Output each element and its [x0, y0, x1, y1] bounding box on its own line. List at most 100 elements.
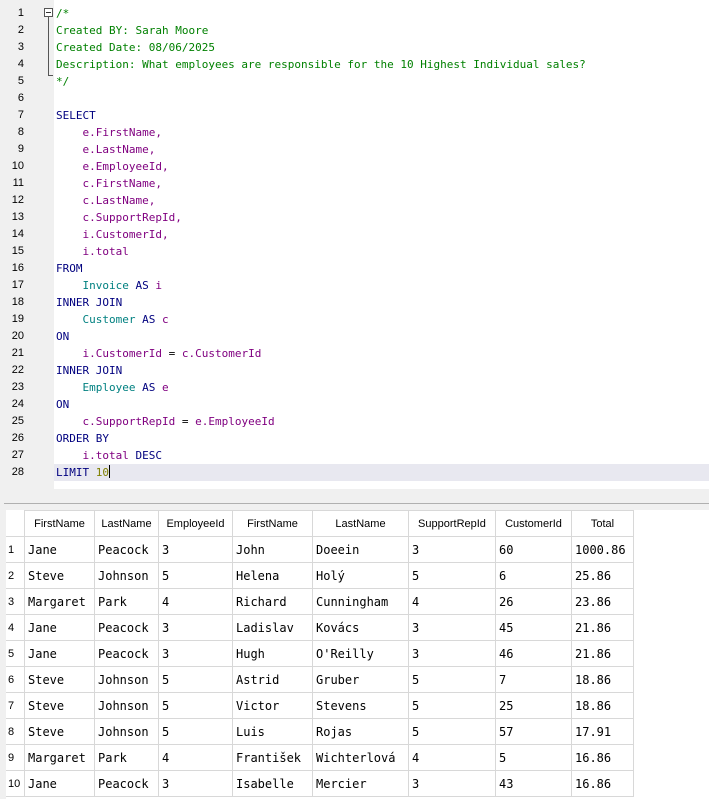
- table-cell[interactable]: Mercier: [312, 770, 409, 797]
- pane-splitter[interactable]: [0, 489, 709, 509]
- table-cell[interactable]: Steve: [24, 666, 95, 693]
- table-cell[interactable]: 16.86: [571, 770, 634, 797]
- table-cell[interactable]: Johnson: [94, 692, 159, 719]
- table-cell[interactable]: 5: [408, 718, 496, 745]
- table-cell[interactable]: Rojas: [312, 718, 409, 745]
- table-cell[interactable]: 16.86: [571, 744, 634, 771]
- table-cell[interactable]: 18.86: [571, 666, 634, 693]
- table-cell[interactable]: 45: [495, 614, 572, 641]
- column-header[interactable]: EmployeeId: [158, 510, 233, 537]
- table-cell[interactable]: John: [232, 536, 313, 563]
- column-header[interactable]: Total: [571, 510, 634, 537]
- table-cell[interactable]: Johnson: [94, 718, 159, 745]
- table-cell[interactable]: František: [232, 744, 313, 771]
- table-cell[interactable]: Margaret: [24, 744, 95, 771]
- table-cell[interactable]: 3: [158, 614, 233, 641]
- table-cell[interactable]: Johnson: [94, 666, 159, 693]
- table-cell[interactable]: Helena: [232, 562, 313, 589]
- table-cell[interactable]: 4: [158, 588, 233, 615]
- table-cell[interactable]: 3: [408, 614, 496, 641]
- table-cell[interactable]: Kovács: [312, 614, 409, 641]
- table-cell[interactable]: 57: [495, 718, 572, 745]
- table-cell[interactable]: 5: [158, 562, 233, 589]
- table-cell[interactable]: 3: [158, 770, 233, 797]
- table-cell[interactable]: 4: [158, 744, 233, 771]
- table-cell[interactable]: 25.86: [571, 562, 634, 589]
- table-cell[interactable]: Gruber: [312, 666, 409, 693]
- table-cell[interactable]: Steve: [24, 692, 95, 719]
- table-cell[interactable]: 5: [158, 692, 233, 719]
- table-row[interactable]: 3 Margaret Park 4 Richard Cunningham 4 26 23.86: [6, 588, 634, 615]
- table-cell[interactable]: 4: [408, 744, 496, 771]
- table-row[interactable]: 10 Jane Peacock 3 Isabelle Mercier 3 43 16.86: [6, 770, 634, 797]
- table-cell[interactable]: 1000.86: [571, 536, 634, 563]
- table-cell[interactable]: Park: [94, 588, 159, 615]
- table-cell[interactable]: Jane: [24, 640, 95, 667]
- table-cell[interactable]: Cunningham: [312, 588, 409, 615]
- table-cell[interactable]: 5: [495, 744, 572, 771]
- table-cell[interactable]: O'Reilly: [312, 640, 409, 667]
- column-header[interactable]: FirstName: [232, 510, 313, 537]
- table-cell[interactable]: 3: [408, 770, 496, 797]
- table-cell[interactable]: Steve: [24, 718, 95, 745]
- sql-editor[interactable]: 1 2 3 4 5 6 7 8 9 10 11 12 13 14 15 16 17 18 19 20 21 22 23 24 2…: [0, 0, 709, 489]
- table-cell[interactable]: Wichterlová: [312, 744, 409, 771]
- table-cell[interactable]: 21.86: [571, 614, 634, 641]
- column-header[interactable]: SupportRepId: [408, 510, 496, 537]
- table-cell[interactable]: 3: [158, 536, 233, 563]
- table-cell[interactable]: Peacock: [94, 640, 159, 667]
- table-cell[interactable]: 5: [408, 666, 496, 693]
- table-row[interactable]: 2 Steve Johnson 5 Helena Holý 5 6 25.86: [6, 562, 634, 589]
- table-cell[interactable]: Hugh: [232, 640, 313, 667]
- fold-toggle-icon[interactable]: [44, 8, 53, 17]
- column-header[interactable]: LastName: [94, 510, 159, 537]
- table-cell[interactable]: Holý: [312, 562, 409, 589]
- table-cell[interactable]: 60: [495, 536, 572, 563]
- table-cell[interactable]: Luis: [232, 718, 313, 745]
- table-cell[interactable]: Victor: [232, 692, 313, 719]
- table-cell[interactable]: 5: [158, 718, 233, 745]
- table-cell[interactable]: 17.91: [571, 718, 634, 745]
- table-row[interactable]: 9 Margaret Park 4 František Wichterlová 4 5 16.8…: [6, 744, 634, 771]
- table-row[interactable]: 5 Jane Peacock 3 Hugh O'Reilly 3 46 21.86: [6, 640, 634, 667]
- table-cell[interactable]: 23.86: [571, 588, 634, 615]
- column-header[interactable]: CustomerId: [495, 510, 572, 537]
- table-row[interactable]: 8 Steve Johnson 5 Luis Rojas 5 57 17.91: [6, 718, 634, 745]
- table-cell[interactable]: Isabelle: [232, 770, 313, 797]
- table-cell[interactable]: Doeein: [312, 536, 409, 563]
- table-cell[interactable]: Johnson: [94, 562, 159, 589]
- table-cell[interactable]: Astrid: [232, 666, 313, 693]
- table-cell[interactable]: 21.86: [571, 640, 634, 667]
- table-cell[interactable]: 3: [158, 640, 233, 667]
- table-cell[interactable]: 5: [408, 692, 496, 719]
- table-cell[interactable]: Jane: [24, 536, 95, 563]
- table-cell[interactable]: 6: [495, 562, 572, 589]
- table-cell[interactable]: 5: [158, 666, 233, 693]
- table-cell[interactable]: 4: [408, 588, 496, 615]
- table-cell[interactable]: 5: [408, 562, 496, 589]
- table-cell[interactable]: Ladislav: [232, 614, 313, 641]
- table-cell[interactable]: Stevens: [312, 692, 409, 719]
- table-cell[interactable]: Richard: [232, 588, 313, 615]
- table-cell[interactable]: Peacock: [94, 536, 159, 563]
- table-cell[interactable]: Peacock: [94, 614, 159, 641]
- table-cell[interactable]: Jane: [24, 770, 95, 797]
- table-row[interactable]: 7 Steve Johnson 5 Victor Stevens 5 25 18.86: [6, 692, 634, 719]
- table-cell[interactable]: Jane: [24, 614, 95, 641]
- table-cell[interactable]: 43: [495, 770, 572, 797]
- table-cell[interactable]: 26: [495, 588, 572, 615]
- table-cell[interactable]: Steve: [24, 562, 95, 589]
- table-row[interactable]: 4 Jane Peacock 3 Ladislav Kovács 3 45 21.86: [6, 614, 634, 641]
- table-cell[interactable]: 18.86: [571, 692, 634, 719]
- table-cell[interactable]: Peacock: [94, 770, 159, 797]
- table-cell[interactable]: 46: [495, 640, 572, 667]
- table-row[interactable]: 1 Jane Peacock 3 John Doeein 3 60 1000.86: [6, 536, 634, 563]
- table-cell[interactable]: 25: [495, 692, 572, 719]
- column-header[interactable]: FirstName: [24, 510, 95, 537]
- column-header[interactable]: LastName: [312, 510, 409, 537]
- results-grid[interactable]: FirstName LastName EmployeeId FirstName Last…: [6, 510, 709, 799]
- table-cell[interactable]: 3: [408, 536, 496, 563]
- table-cell[interactable]: 7: [495, 666, 572, 693]
- table-cell[interactable]: Park: [94, 744, 159, 771]
- table-row[interactable]: 6 Steve Johnson 5 Astrid Gruber 5 7 18.86: [6, 666, 634, 693]
